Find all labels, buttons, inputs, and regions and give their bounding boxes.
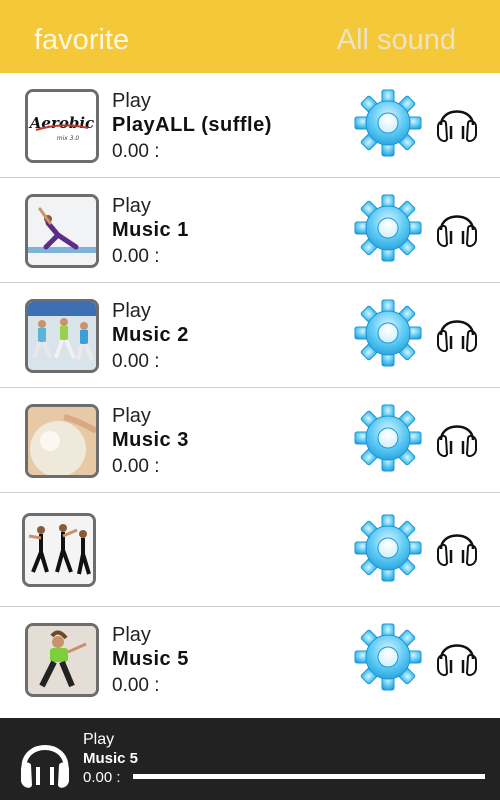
headphones-icon[interactable] (436, 204, 478, 250)
player-time: 0.00 : (83, 769, 121, 786)
play-label: Play (112, 90, 151, 112)
track-time: 0.00 : (112, 675, 160, 696)
play-label: Play (112, 300, 151, 322)
gear-icon[interactable] (353, 513, 423, 583)
list-item[interactable]: Aerobic mix 3.0 Play PlayALL (suffle) 0.… (0, 73, 500, 178)
progress-bar[interactable] (133, 774, 485, 779)
gear-icon[interactable] (353, 193, 423, 263)
list-item[interactable]: Play Music 1 0.00 : (0, 178, 500, 283)
gear-icon[interactable] (353, 403, 423, 473)
now-playing-bar[interactable]: Play Music 5 0.00 : (0, 718, 500, 800)
headphones-icon[interactable] (436, 633, 478, 679)
headphones-icon[interactable] (436, 414, 478, 460)
gear-icon[interactable] (353, 298, 423, 368)
play-label: Play (112, 195, 151, 217)
player-play-label: Play (83, 731, 115, 748)
track-time: 0.00 : (112, 351, 160, 372)
headphones-icon[interactable] (436, 523, 478, 569)
track-time: 0.00 : (112, 456, 160, 477)
headphones-icon[interactable] (18, 733, 72, 791)
play-label: Play (112, 405, 151, 427)
dancer-thumbnail (25, 623, 99, 697)
aerobics-class-thumbnail (25, 299, 99, 373)
logo-subtext: mix 3.0 (57, 135, 80, 142)
tab-all-sound[interactable]: All sound (337, 24, 456, 57)
list-item[interactable]: Play Music 3 0.00 : (0, 388, 500, 493)
exercise-ball-thumbnail (25, 404, 99, 478)
track-title: PlayALL (suffle) (112, 114, 272, 136)
headphones-icon[interactable] (436, 309, 478, 355)
top-bar: favorite All sound (0, 0, 500, 73)
list-item[interactable]: Play Music 2 0.00 : (0, 283, 500, 388)
yoga-thumbnail (25, 194, 99, 268)
tab-favorite[interactable]: favorite (34, 24, 129, 57)
track-title: Music 3 (112, 429, 189, 451)
track-title: Music 5 (112, 648, 189, 670)
list-item[interactable] (0, 493, 500, 607)
dance-group-thumbnail (22, 513, 96, 587)
track-list: Aerobic mix 3.0 Play PlayALL (suffle) 0.… (0, 73, 500, 717)
gear-icon[interactable] (353, 622, 423, 692)
track-time: 0.00 : (112, 141, 160, 162)
play-label: Play (112, 624, 151, 646)
aerobic-logo-thumbnail: Aerobic mix 3.0 (25, 89, 99, 163)
track-time: 0.00 : (112, 246, 160, 267)
player-track-title: Music 5 (83, 750, 139, 767)
headphones-icon[interactable] (436, 99, 478, 145)
track-title: Music 1 (112, 219, 189, 241)
track-title: Music 2 (112, 324, 189, 346)
gear-icon[interactable] (353, 88, 423, 158)
list-item[interactable]: Play Music 5 0.00 : (0, 607, 500, 717)
